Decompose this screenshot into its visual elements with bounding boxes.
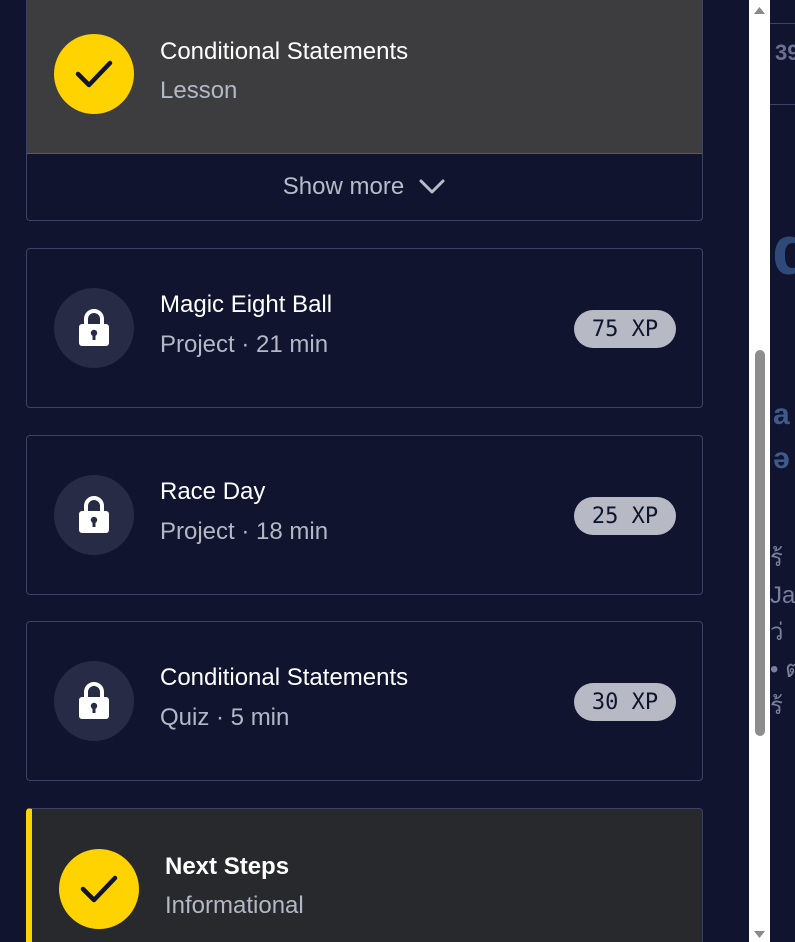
- locked-status-badge: [54, 475, 134, 555]
- chevron-down-icon: [419, 179, 445, 194]
- show-more-button[interactable]: Show more: [27, 154, 702, 220]
- vertical-scrollbar[interactable]: [749, 0, 770, 942]
- scroll-down-arrow-icon[interactable]: [752, 926, 767, 942]
- peek-text-line: Ja: [770, 582, 795, 609]
- next-steps-card[interactable]: Next Steps Informational: [26, 808, 703, 942]
- xp-badge: 25 XP: [574, 497, 676, 535]
- item-meta: Project · 21 min: [160, 331, 329, 358]
- lock-icon: [79, 309, 109, 346]
- show-more-label: Show more: [282, 173, 405, 200]
- completed-status-badge: [54, 34, 134, 114]
- scroll-up-arrow-icon[interactable]: [752, 2, 767, 18]
- peek-subheading-line: ə: [773, 442, 790, 475]
- right-panel-peek: 39 d a ə ร้ Ja ว่ • ต ร้: [770, 0, 795, 942]
- item-title: Magic Eight Ball: [160, 291, 333, 318]
- locked-item-race-day[interactable]: Race Day Project · 18 min 25 XP: [26, 435, 703, 595]
- peek-subheading-line: a: [773, 398, 790, 431]
- peek-subheading: a ə: [773, 393, 790, 481]
- checkmark-icon: [75, 60, 113, 88]
- xp-badge: 75 XP: [574, 310, 676, 348]
- item-meta: Quiz · 5 min: [160, 704, 290, 731]
- locked-status-badge: [54, 288, 134, 368]
- item-title: Race Day: [160, 478, 266, 505]
- peek-number-fragment: 39: [775, 40, 795, 65]
- peek-body-text: ร้ Ja ว่ • ต ร้: [770, 540, 795, 725]
- peek-text-line: ร้: [770, 693, 783, 720]
- next-steps-type: Informational: [165, 892, 304, 919]
- completed-status-badge: [59, 849, 139, 929]
- completed-lesson-card[interactable]: Conditional Statements Lesson: [27, 0, 702, 154]
- next-steps-title: Next Steps: [165, 853, 290, 880]
- peek-text-line: • ต: [770, 656, 795, 683]
- scrollbar-thumb[interactable]: [755, 350, 765, 736]
- xp-badge: 30 XP: [574, 683, 676, 721]
- lesson-title: Conditional Statements: [160, 38, 409, 65]
- lock-icon: [79, 682, 109, 719]
- peek-text-line: ว่: [770, 619, 784, 646]
- completed-lesson-group: Conditional Statements Lesson Show more: [26, 0, 703, 221]
- lesson-type: Lesson: [160, 77, 238, 104]
- locked-item-conditional-statements-quiz[interactable]: Conditional Statements Quiz · 5 min 30 X…: [26, 621, 703, 781]
- locked-item-magic-eight-ball[interactable]: Magic Eight Ball Project · 21 min 75 XP: [26, 248, 703, 408]
- item-title: Conditional Statements: [160, 664, 409, 691]
- peek-text-line: ร้: [770, 545, 783, 572]
- syllabus-column: Conditional Statements Lesson Show more …: [0, 0, 749, 942]
- checkmark-icon: [80, 875, 118, 903]
- peek-heading-fragment: d: [772, 211, 795, 289]
- item-meta: Project · 18 min: [160, 518, 329, 545]
- lock-icon: [79, 496, 109, 533]
- locked-status-badge: [54, 661, 134, 741]
